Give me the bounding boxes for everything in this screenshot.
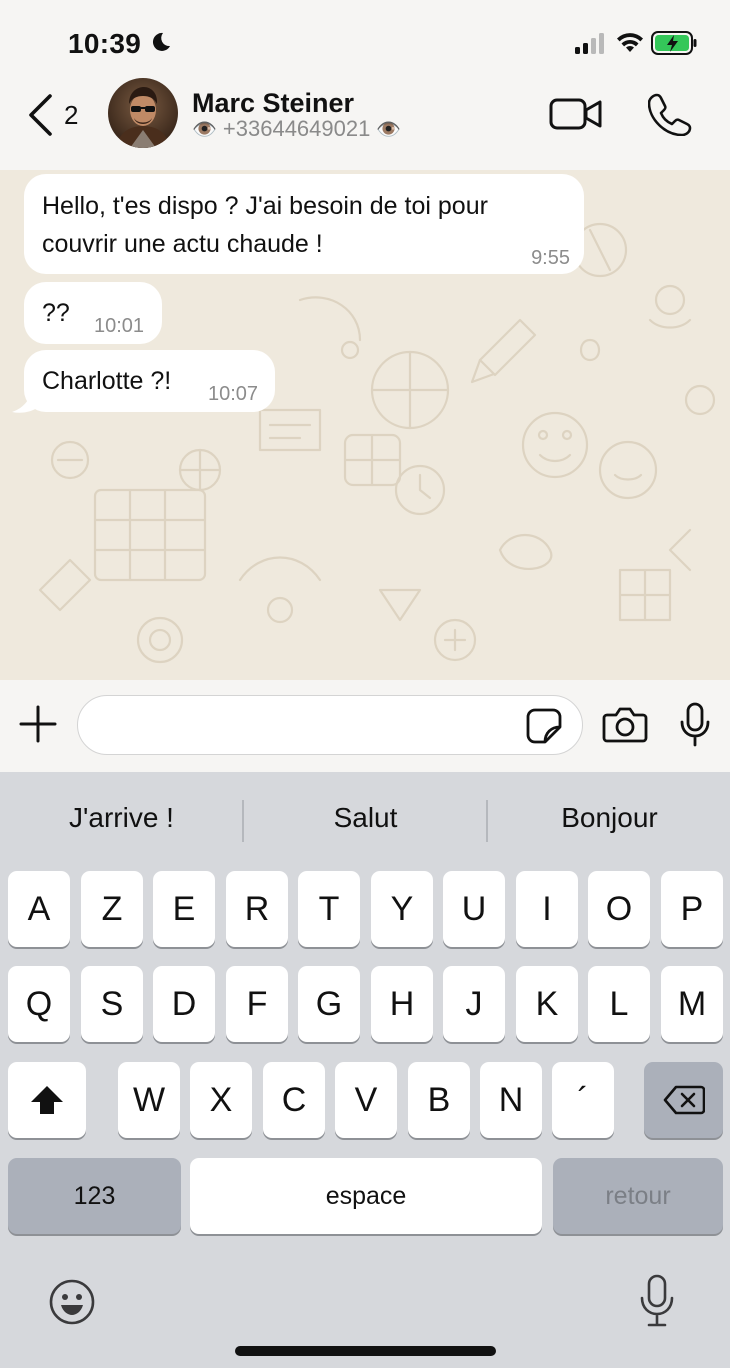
key-v[interactable]: V: [335, 1062, 397, 1138]
keyboard: J'arrive ! Salut Bonjour A Z E R T Y U I…: [0, 772, 730, 1368]
status-time: 10:39: [68, 28, 142, 59]
key-i[interactable]: I: [516, 871, 578, 947]
backspace-icon: [663, 1085, 705, 1115]
key-y[interactable]: Y: [371, 871, 433, 947]
key-q[interactable]: Q: [8, 966, 70, 1042]
unread-count: 2: [64, 99, 79, 130]
wifi-icon: [617, 33, 643, 52]
key-h[interactable]: H: [371, 966, 433, 1042]
message-time: 10:01: [94, 315, 145, 337]
suggestion-item[interactable]: Bonjour: [488, 802, 730, 834]
suggestion-item[interactable]: J'arrive !: [0, 802, 243, 834]
backspace-key[interactable]: [644, 1062, 723, 1138]
key-o[interactable]: O: [588, 871, 650, 947]
key-x[interactable]: X: [190, 1062, 252, 1138]
key-j[interactable]: J: [443, 966, 505, 1042]
chat-area[interactable]: Hello, t'es dispo ? J'ai besoin de toi p…: [0, 170, 730, 680]
key-k[interactable]: K: [516, 966, 578, 1042]
key-n[interactable]: N: [480, 1062, 542, 1138]
moon-icon: [152, 32, 170, 51]
key-d[interactable]: D: [153, 966, 215, 1042]
signal-icon: [575, 33, 604, 54]
eye-emoji: 👁️: [376, 118, 402, 141]
key-b[interactable]: B: [408, 1062, 470, 1138]
contact-phone: +33644649021: [222, 116, 371, 141]
dictation-microphone-icon[interactable]: [638, 1274, 676, 1328]
plus-icon[interactable]: [18, 704, 58, 744]
camera-icon[interactable]: [602, 706, 648, 744]
suggestion-item[interactable]: Salut: [244, 802, 487, 834]
message-bubble[interactable]: Hello, t'es dispo ? J'ai besoin de toi p…: [24, 174, 584, 274]
back-button[interactable]: 2: [26, 92, 96, 138]
key-l[interactable]: L: [588, 966, 650, 1042]
eye-emoji: 👁️: [192, 118, 217, 141]
video-call-icon[interactable]: [549, 94, 603, 134]
key-r[interactable]: R: [226, 871, 288, 947]
space-key[interactable]: espace: [190, 1158, 542, 1234]
phone-call-icon[interactable]: [648, 92, 692, 136]
suggestion-bar: J'arrive ! Salut Bonjour: [0, 772, 730, 868]
key-z[interactable]: Z: [81, 871, 143, 947]
message-time: 10:07: [208, 383, 259, 405]
key-s[interactable]: S: [81, 966, 143, 1042]
key-f[interactable]: F: [226, 966, 288, 1042]
shift-key[interactable]: [8, 1062, 86, 1138]
key-c[interactable]: C: [263, 1062, 325, 1138]
key-e[interactable]: E: [153, 871, 215, 947]
message-time: 9:55: [531, 247, 570, 269]
contact-subtitle: 👁️ +33644649021 👁️: [192, 116, 401, 142]
message-input[interactable]: [77, 695, 583, 755]
key-a[interactable]: A: [8, 871, 70, 947]
chevron-left-icon: [29, 94, 52, 136]
key-m[interactable]: M: [661, 966, 723, 1042]
input-bar: [0, 680, 730, 772]
key-u[interactable]: U: [443, 871, 505, 947]
message-bubble[interactable]: Charlotte ?! 10:07: [24, 350, 275, 412]
contact-name[interactable]: Marc Steiner: [192, 88, 354, 119]
message-bubble[interactable]: ?? 10:01: [24, 282, 162, 344]
key-w[interactable]: W: [118, 1062, 180, 1138]
return-key[interactable]: retour: [553, 1158, 723, 1234]
home-indicator[interactable]: [235, 1346, 496, 1356]
key-p[interactable]: P: [661, 871, 723, 947]
battery-charging-icon: [651, 31, 697, 55]
avatar-image: [108, 78, 178, 148]
microphone-icon[interactable]: [678, 702, 712, 748]
key-acute-accent[interactable]: ´: [552, 1062, 614, 1138]
status-bar: 10:39: [0, 0, 730, 80]
numbers-key[interactable]: 123: [8, 1158, 181, 1234]
avatar[interactable]: [108, 78, 178, 148]
key-g[interactable]: G: [298, 966, 360, 1042]
emoji-icon[interactable]: [48, 1278, 96, 1326]
message-text: Hello, t'es dispo ? J'ai besoin de toi p…: [42, 192, 488, 258]
sticker-icon[interactable]: [525, 707, 563, 745]
key-t[interactable]: T: [298, 871, 360, 947]
shift-icon: [31, 1086, 63, 1114]
chat-header: 2 Marc Steiner 👁️ +33644649021 👁️: [0, 78, 730, 170]
